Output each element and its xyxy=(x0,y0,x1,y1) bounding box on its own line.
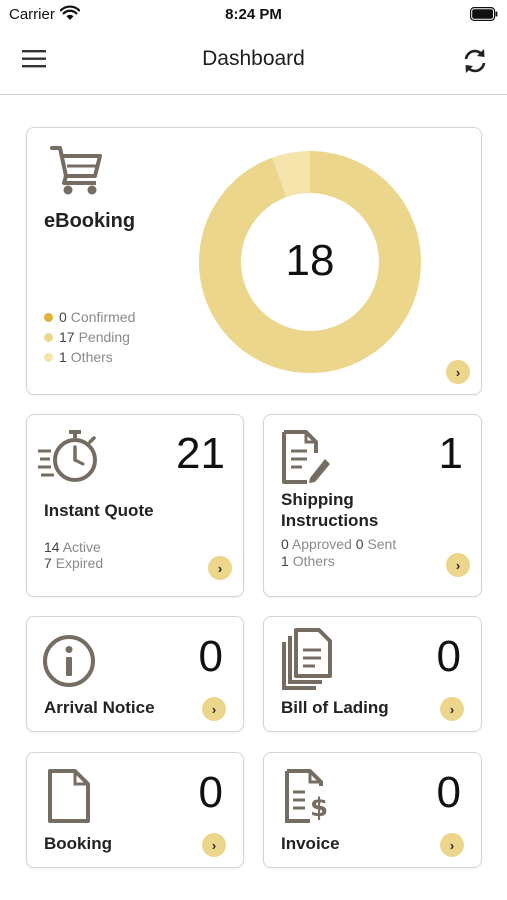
shipping-instructions-arrow-button[interactable]: › xyxy=(446,553,470,577)
edit-document-icon xyxy=(282,430,330,484)
shipping-instructions-count: 1 xyxy=(438,429,463,478)
battery-icon xyxy=(470,7,498,21)
booking-arrow-button[interactable]: › xyxy=(202,833,226,857)
arrival-notice-card[interactable]: 0 Arrival Notice › xyxy=(26,616,244,732)
documents-icon xyxy=(282,628,332,690)
arrival-notice-count: 0 xyxy=(198,632,223,681)
legend-count: 1 xyxy=(59,349,67,365)
stopwatch-icon xyxy=(38,430,97,482)
legend-dot-others xyxy=(44,352,53,362)
instant-quote-arrow-button[interactable]: › xyxy=(208,556,232,580)
bill-of-lading-title: Bill of Lading xyxy=(281,698,389,717)
invoice-card[interactable]: $ 0 Invoice › xyxy=(263,752,482,868)
shipping-instructions-title: Shipping Instructions xyxy=(281,490,379,530)
invoice-count: 0 xyxy=(436,768,461,817)
booking-title: Booking xyxy=(44,834,112,853)
svg-text:$: $ xyxy=(310,793,328,823)
shipping-instructions-status: 0 Approved 0 Sent xyxy=(281,536,397,552)
legend-label: Others xyxy=(70,349,113,365)
instant-quote-active: 14 Active xyxy=(44,539,101,555)
legend-count: 17 xyxy=(59,329,75,345)
shipping-instructions-others: 1 Others xyxy=(281,553,335,569)
info-icon xyxy=(43,635,95,687)
cart-icon xyxy=(50,146,102,195)
nav-bar: Dashboard xyxy=(0,28,507,95)
legend-pending: 17 Pending xyxy=(44,329,130,345)
legend-confirmed: 0 Confirmed xyxy=(44,309,135,325)
legend-dot-confirmed xyxy=(44,312,53,322)
ebooking-card[interactable]: eBooking 0 Confirmed 17 Pending 1 Others… xyxy=(26,127,482,395)
blank-document-icon xyxy=(48,769,90,823)
ebooking-title: eBooking xyxy=(44,210,136,232)
legend-others: 1 Others xyxy=(44,349,113,365)
bill-of-lading-card[interactable]: 0 Bill of Lading › xyxy=(263,616,482,732)
invoice-icon: $ xyxy=(285,769,328,823)
status-bar: Carrier 8:24 PM xyxy=(0,0,507,28)
bill-of-lading-count: 0 xyxy=(436,632,461,681)
instant-quote-count: 21 xyxy=(176,429,225,478)
instant-quote-expired: 7 Expired xyxy=(44,555,104,571)
booking-card[interactable]: 0 Booking › xyxy=(26,752,244,868)
shipping-instructions-card[interactable]: 1 Shipping Instructions 0 Approved 0 Sen… xyxy=(263,414,482,597)
legend-count: 0 xyxy=(59,309,67,325)
booking-count: 0 xyxy=(198,768,223,817)
bill-of-lading-arrow-button[interactable]: › xyxy=(440,697,464,721)
page-title: Dashboard xyxy=(202,47,305,70)
ebooking-arrow-button[interactable]: › xyxy=(446,360,470,384)
refresh-icon[interactable] xyxy=(460,46,490,76)
arrival-notice-arrow-button[interactable]: › xyxy=(202,697,226,721)
instant-quote-title: Instant Quote xyxy=(44,501,154,520)
legend-label: Pending xyxy=(78,329,130,345)
clock: 8:24 PM xyxy=(225,6,282,23)
invoice-title: Invoice xyxy=(281,834,340,853)
instant-quote-card[interactable]: 21 Instant Quote 14 Active 7 Expired › xyxy=(26,414,244,597)
invoice-arrow-button[interactable]: › xyxy=(440,833,464,857)
ebooking-total: 18 xyxy=(285,236,335,285)
legend-dot-pending xyxy=(44,332,53,342)
arrival-notice-title: Arrival Notice xyxy=(44,698,155,717)
legend-label: Confirmed xyxy=(70,309,136,325)
